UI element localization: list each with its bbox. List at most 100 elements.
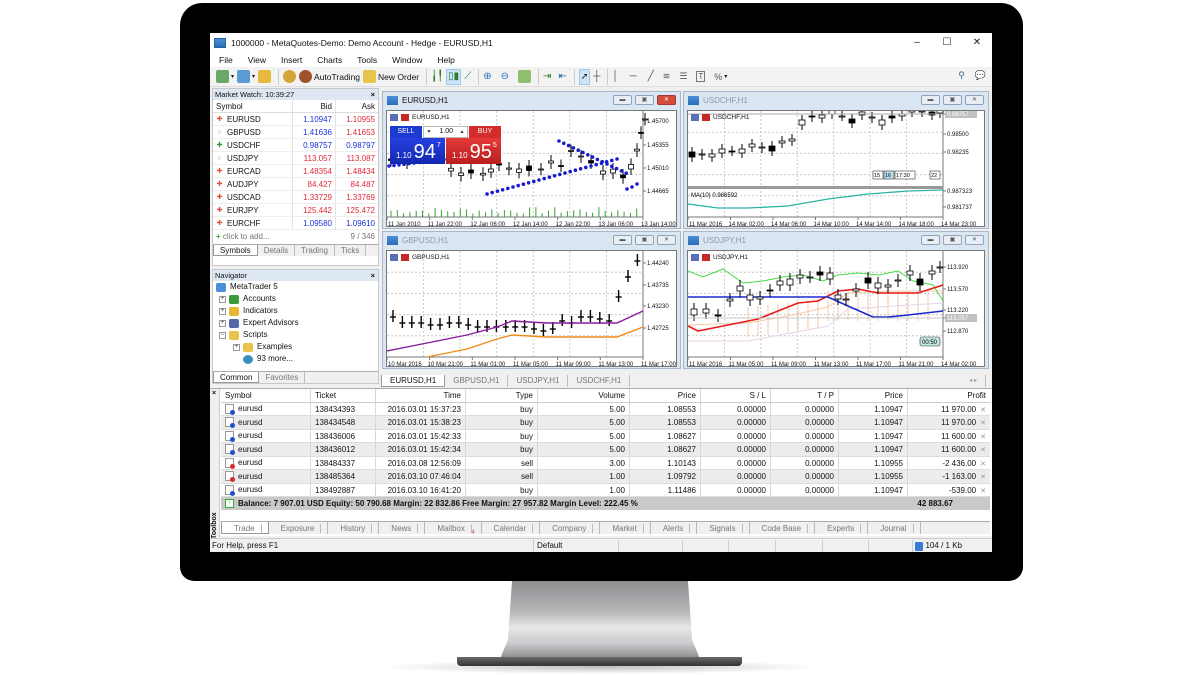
- chart-tab-eurusd[interactable]: EURUSD,H1: [381, 375, 446, 387]
- fibonacci-button[interactable]: ≋: [657, 69, 671, 85]
- strategy-tester-button[interactable]: [283, 69, 297, 85]
- chart-window-usdchf[interactable]: USDCHF,H1 ▬ ▣ ✕ 11 Mar 2016 14 Mar 02:00 14 …: [683, 91, 989, 229]
- market-watch-row[interactable]: ✚ EURCAD 1.48354 1.48434: [213, 165, 378, 178]
- close-position-icon[interactable]: ✕: [980, 488, 986, 495]
- col-type[interactable]: Type: [466, 389, 538, 402]
- tab-scroll-arrows[interactable]: ◂ ▸: [961, 375, 986, 387]
- chart-plot[interactable]: 11 Mar 2016 14 Mar 02:00 14 Mar 06:00 14 Ma…: [687, 110, 985, 228]
- menu-file[interactable]: File: [212, 55, 241, 65]
- volume-increase[interactable]: ▲: [458, 127, 466, 137]
- menu-view[interactable]: View: [241, 55, 274, 65]
- close-position-icon[interactable]: ✕: [980, 420, 986, 427]
- chart-restore-button[interactable]: ▣: [943, 95, 962, 105]
- new-chart-button[interactable]: ▾: [216, 69, 234, 85]
- trade-row[interactable]: eurusd 138492887 2016.03.10 16:41:20 buy 1.0…: [221, 483, 990, 497]
- close-button[interactable]: ✕: [962, 33, 992, 53]
- line-chart-button[interactable]: ⟋: [464, 69, 471, 85]
- col-profit[interactable]: Profit: [908, 389, 990, 402]
- col-current-price[interactable]: Price: [839, 389, 908, 402]
- menu-help[interactable]: Help: [430, 55, 462, 65]
- chart-close-button[interactable]: ✕: [657, 235, 676, 245]
- nav-expert-advisors[interactable]: + Expert Advisors: [213, 317, 378, 329]
- close-position-icon[interactable]: ✕: [980, 434, 986, 441]
- zoom-out-button[interactable]: ⊖: [495, 69, 509, 85]
- toolbox-tab-history[interactable]: History: [328, 522, 380, 534]
- tab-symbols[interactable]: Symbols: [213, 245, 258, 256]
- market-watch-row[interactable]: ✚ AUDJPY 84.427 84.487: [213, 178, 378, 191]
- nav-indicators[interactable]: + Indicators: [213, 305, 378, 317]
- nav-accounts[interactable]: + Accounts: [213, 293, 378, 305]
- buy-price[interactable]: 1.10 95 5: [446, 138, 501, 164]
- column-symbol[interactable]: Symbol: [213, 100, 293, 112]
- search-icon[interactable]: ⚲: [958, 70, 965, 81]
- column-bid[interactable]: Bid: [293, 100, 336, 112]
- market-watch-row[interactable]: ✚ EURJPY 125.442 125.472: [213, 204, 378, 217]
- chart-minimize-button[interactable]: ▬: [921, 95, 940, 105]
- col-sl[interactable]: S / L: [701, 389, 771, 402]
- volume-input[interactable]: ▼ 1.00 ▲: [423, 126, 468, 138]
- chart-plot[interactable]: 11 Mar 2016 11 Mar 05:00 11 Mar 09:00 11 Ma…: [687, 250, 985, 368]
- toolbox-tab-journal[interactable]: Journal: [868, 522, 921, 534]
- menu-charts[interactable]: Charts: [310, 55, 350, 65]
- chart-close-button[interactable]: ✕: [965, 95, 984, 105]
- close-position-icon[interactable]: ✕: [980, 447, 986, 454]
- menu-window[interactable]: Window: [385, 55, 430, 65]
- menu-insert[interactable]: Insert: [274, 55, 310, 65]
- menu-tools[interactable]: Tools: [350, 55, 385, 65]
- trade-row[interactable]: eurusd 138434393 2016.03.01 15:37:23 buy 5.0…: [221, 402, 990, 416]
- chart-plot[interactable]: 10 Mar 2016 10 Mar 21:00 11 Mar 01:00 11 Ma…: [386, 250, 677, 368]
- chart-window-usdjpy[interactable]: USDJPY,H1 ▬ ▣ ✕ 11 Mar 2016 11 Mar 05:00 11 …: [683, 231, 989, 369]
- market-watch-row[interactable]: ✚ USDCHF 0.98757 0.98797: [213, 139, 378, 152]
- toolbox-tab-mailbox[interactable]: Mailbox 4: [425, 522, 482, 536]
- autotrading-button[interactable]: AutoTrading: [299, 69, 360, 85]
- chart-minimize-button[interactable]: ▬: [613, 235, 632, 245]
- col-symbol[interactable]: Symbol: [221, 389, 311, 402]
- bar-chart-button[interactable]: ╽╿: [431, 69, 443, 85]
- toolbox-tab-exposure[interactable]: Exposure: [269, 522, 329, 534]
- chart-close-button[interactable]: ✕: [965, 235, 984, 245]
- volume-decrease[interactable]: ▼: [425, 127, 433, 137]
- channels-button[interactable]: ☰: [673, 69, 687, 85]
- toolbox-tab-company[interactable]: Company: [540, 522, 601, 534]
- zoom-in-button[interactable]: ⊕: [483, 69, 491, 85]
- chart-window-gbpusd[interactable]: GBPUSD,H1 ▬ ▣ ✕ 10 Mar 2016 10 Mar 21:00 11 …: [382, 231, 681, 369]
- market-watch-row[interactable]: ○ GBPUSD 1.41636 1.41653: [213, 126, 378, 139]
- nav-scripts[interactable]: − Scripts: [213, 329, 378, 341]
- chart-tab-usdchf[interactable]: USDCHF,H1: [568, 375, 631, 387]
- chart-restore-button[interactable]: ▣: [943, 235, 962, 245]
- crosshair-button[interactable]: ┼: [593, 69, 600, 85]
- chart-minimize-button[interactable]: ▬: [613, 95, 632, 105]
- tab-ticks[interactable]: Ticks: [335, 245, 367, 256]
- tab-common[interactable]: Common: [213, 372, 260, 383]
- market-watch-row[interactable]: ✚ EURCHF 1.09580 1.09610: [213, 217, 378, 230]
- trendline-button[interactable]: ╱: [640, 69, 654, 85]
- chart-restore-button[interactable]: ▣: [635, 95, 654, 105]
- toolbox-tab-trade[interactable]: Trade: [221, 522, 269, 534]
- nav-more[interactable]: 93 more...: [213, 353, 378, 365]
- col-tp[interactable]: T / P: [771, 389, 839, 402]
- shapes-button[interactable]: % ▾: [708, 69, 727, 85]
- toolbox-tab-market[interactable]: Market: [600, 522, 651, 534]
- chart-tab-gbpusd[interactable]: GBPUSD,H1: [445, 375, 509, 387]
- minimize-button[interactable]: –: [902, 33, 932, 53]
- chart-plot[interactable]: 11 Jan 2010 11 Jan 22:00 12 Jan 06:00 12 Ja…: [386, 110, 677, 228]
- col-ticket[interactable]: Ticket: [311, 389, 376, 402]
- profiles-button[interactable]: ▾: [237, 69, 255, 85]
- trade-row[interactable]: eurusd 138434548 2016.03.01 15:38:23 buy 5.0…: [221, 416, 990, 430]
- market-watch-button[interactable]: [258, 69, 272, 85]
- chart-minimize-button[interactable]: ▬: [921, 235, 940, 245]
- chart-close-button[interactable]: ✕: [657, 95, 676, 105]
- nav-examples[interactable]: + Examples: [213, 341, 378, 353]
- close-position-icon[interactable]: ✕: [980, 461, 986, 468]
- toolbox-tab-calendar[interactable]: Calendar: [482, 522, 541, 534]
- trade-row[interactable]: eurusd 138485364 2016.03.10 07:46:04 sell 1.…: [221, 470, 990, 484]
- chart-tab-usdjpy[interactable]: USDJPY,H1: [508, 375, 569, 387]
- toolbox-tab-code-base[interactable]: Code Base: [750, 522, 816, 534]
- toolbox-tab-experts[interactable]: Experts: [815, 522, 869, 534]
- tab-details[interactable]: Details: [258, 245, 296, 256]
- column-ask[interactable]: Ask: [336, 100, 378, 112]
- trade-row[interactable]: eurusd 138436012 2016.03.01 15:42:34 buy 5.0…: [221, 443, 990, 457]
- col-volume[interactable]: Volume: [538, 389, 630, 402]
- col-price[interactable]: Price: [630, 389, 701, 402]
- vertical-line-button[interactable]: │: [612, 69, 618, 85]
